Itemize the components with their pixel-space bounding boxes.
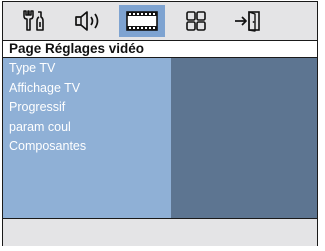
film-video-icon [125,10,159,32]
menu-item-affichage-tv[interactable]: Affichage TV [3,79,171,99]
tab-video-setup[interactable] [119,5,165,37]
setup-menu-window: Page Réglages vidéo Type TV Affichage TV… [2,1,318,246]
grid-preference-icon [184,9,208,33]
tab-general-setup[interactable] [11,5,57,37]
tab-audio-setup[interactable] [65,5,111,37]
exit-door-icon [233,9,263,33]
submenu-options-panel [171,58,317,218]
menu-item-progressif[interactable]: Progressif [3,98,171,118]
page-title: Page Réglages vidéo [3,40,317,58]
tab-preference-setup[interactable] [173,5,219,37]
settings-menu-list: Type TV Affichage TV Progressif param co… [3,58,171,218]
status-bar [3,218,317,246]
menu-item-param-coul[interactable]: param coul [3,118,171,138]
tab-exit[interactable] [225,5,271,37]
settings-tools-icon [21,9,47,33]
setup-tab-bar [3,2,317,40]
speaker-icon [73,9,103,33]
menu-item-composantes[interactable]: Composantes [3,137,171,157]
menu-item-type-tv[interactable]: Type TV [3,59,171,79]
